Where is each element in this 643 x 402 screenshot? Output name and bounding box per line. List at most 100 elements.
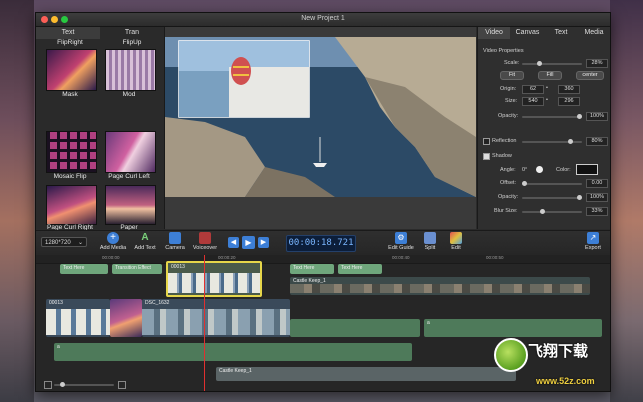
timeline-ruler[interactable]: 00:00:00 00:00:20 00:00:40 00:00:50 [36,255,610,264]
center-button[interactable]: center [576,71,604,80]
properties-panel: Video Canvas Text Media Video Properties… [477,27,610,229]
gear-icon: ⚙ [395,232,407,244]
video-preview[interactable] [165,27,476,229]
audio-clip-mid[interactable] [290,319,420,337]
size-h-field[interactable]: 296 [558,97,580,106]
shadow-label: Shadow [492,153,512,159]
transition-thumb-mask[interactable] [46,49,97,91]
tab-media[interactable]: Media [577,27,610,39]
video-clip-dsc1632[interactable]: DSC_1632 [142,299,290,337]
shadow-color-label: Color: [556,167,571,173]
skip-back-icon: ◀ [230,239,237,246]
angle-label: Angle: [500,167,516,173]
scale-slider[interactable] [522,61,582,66]
origin-y-field[interactable]: 360 [558,85,580,94]
playhead[interactable] [204,255,205,391]
voiceover-button[interactable]: Voiceover [190,232,220,251]
ruler-tick-50: 00:00:50 [486,255,504,260]
transition-label-flipright: FlipRight [57,39,83,46]
opacity-slider[interactable] [522,114,582,119]
edit-button[interactable]: Edit [444,232,468,251]
transition-thumb-paper[interactable] [105,185,156,225]
camera-button[interactable]: Camera [162,232,188,251]
opacity-slider-knob[interactable] [577,114,582,119]
chevron-down-icon: ⌄ [77,240,83,246]
offset-value[interactable]: 0.00 [586,179,608,188]
split-label: Split [424,245,436,251]
play-button[interactable]: ▶ [242,236,255,249]
offset-slider-knob[interactable] [522,181,527,186]
blur-size-slider-knob[interactable] [540,209,545,214]
next-frame-button[interactable]: ▶ [258,237,269,248]
timeline[interactable]: 00:00:00 00:00:20 00:00:40 00:00:50 Text… [36,255,610,391]
size-w-field[interactable]: 540 [522,97,544,106]
transition-thumb-page-curl-left[interactable] [105,131,156,173]
origin-x-field[interactable]: 62 [522,85,544,94]
video-clip-00013[interactable]: 00013 [46,299,110,337]
transition-clip[interactable]: Transition Effect [112,264,162,274]
offset-slider[interactable] [522,181,582,186]
shadow-opacity-slider[interactable] [522,195,582,200]
previous-frame-button[interactable]: ◀ [228,237,239,248]
fill-button[interactable]: Fill [538,71,562,80]
skip-forward-icon: ▶ [260,239,267,246]
scale-slider-knob[interactable] [537,61,542,66]
transition-block[interactable] [110,299,142,337]
video-clip-00013-filmstrip [46,309,110,335]
audio-clip-2[interactable]: a [54,343,412,361]
timeline-zoom-knob[interactable] [60,382,65,387]
reflection-slider[interactable] [522,139,582,144]
transition-label-mod: Mod [122,91,136,98]
export-button[interactable]: ↗ Export [580,232,606,251]
tab-video[interactable]: Video [478,27,511,39]
transition-clip-label: Transition Effect [115,265,151,271]
main-toolbar: 1280*720 ⌄ + Add Media A Add Text Camera… [36,230,610,256]
transition-thumb-mosaic-flip[interactable] [46,131,97,173]
audio-clip-1-label: a [427,320,430,326]
add-text-button[interactable]: A Add Text [130,232,160,251]
timecode-display: 00:00:18.721 [286,235,356,252]
add-media-button[interactable]: + Add Media [98,232,128,251]
scale-value[interactable]: 28% [586,59,608,68]
opacity-value[interactable]: 100% [586,112,608,121]
resolution-select[interactable]: 1280*720 ⌄ [41,237,87,247]
shadow-opacity-slider-knob[interactable] [577,195,582,200]
transition-label-mask: Mask [62,91,78,98]
shadow-color-well[interactable] [576,164,598,175]
title-bar: New Project 1 [36,13,610,27]
reflection-slider-knob[interactable] [568,139,573,144]
blur-size-slider[interactable] [522,209,582,214]
audio-clip-1[interactable]: a [424,319,602,337]
castle-keep-clip-1[interactable]: Castle Keep_1 [290,277,590,295]
tab-transitions[interactable]: Tran [100,27,164,39]
ruler-tick-20: 00:00:20 [218,255,236,260]
text-clip-2[interactable]: Text Here [290,264,334,274]
tab-text-props[interactable]: Text [545,27,578,39]
timeline-zoom-slider[interactable] [54,382,114,387]
transitions-panel: Text Tran FlipRight FlipUp Mask Mod Mosa… [36,27,165,231]
edit-guide-button[interactable]: ⚙ Edit Guide [386,232,416,251]
castle-keep-clip-2[interactable]: Castle Keep_1 [216,367,516,381]
zoom-out-icon[interactable] [44,381,52,389]
origin-label: Origin: [500,86,517,92]
add-media-label: Add Media [99,245,127,251]
split-icon [424,232,436,244]
shadow-opacity-value[interactable]: 100% [586,193,608,202]
blur-size-value[interactable]: 33% [586,207,608,216]
angle-dial[interactable] [536,166,543,173]
tab-text[interactable]: Text [36,27,100,39]
tab-canvas[interactable]: Canvas [510,27,546,39]
edit-label: Edit [451,245,461,251]
reflection-checkbox[interactable] [483,138,490,145]
text-clip-3[interactable]: Text Here [338,264,382,274]
reflection-value[interactable]: 80% [586,137,608,146]
selected-video-clip[interactable]: 00013 [166,261,262,297]
split-button[interactable]: Split [418,232,442,251]
shadow-checkbox[interactable] [483,153,490,160]
desktop-wallpaper-right [610,0,643,402]
text-clip-1[interactable]: Text Here [60,264,108,274]
transition-thumb-mod[interactable] [105,49,156,91]
transition-thumb-page-curl-right[interactable] [46,185,97,225]
zoom-in-icon[interactable] [118,381,126,389]
fit-button[interactable]: Fit [500,71,524,80]
